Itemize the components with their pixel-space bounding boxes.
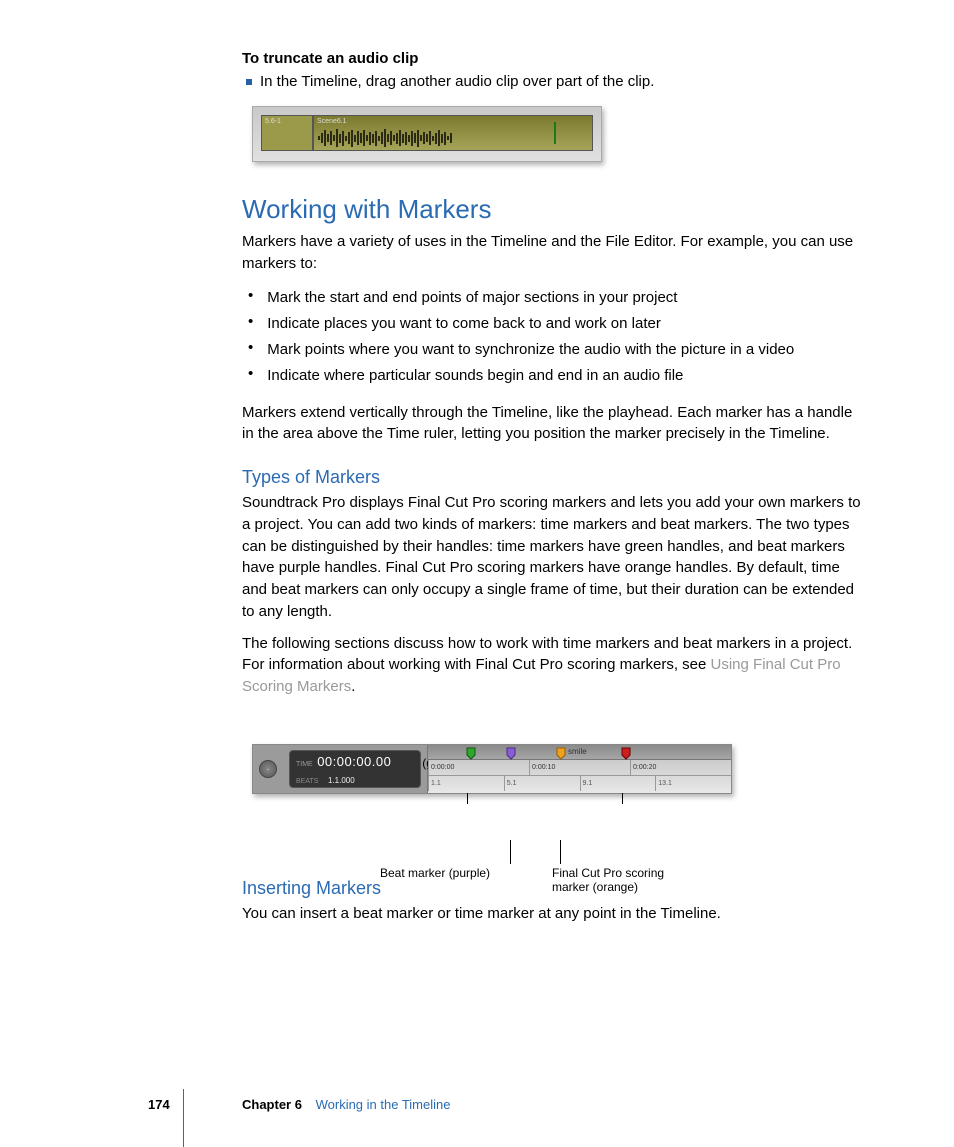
markers-para2: Markers extend vertically through the Ti…	[242, 402, 864, 446]
callout-fcp-l2: marker (orange)	[552, 880, 638, 894]
clip-right-label: Scene6.1	[317, 118, 347, 125]
clip-left: 5.6-1	[261, 115, 313, 151]
beat-marker-icon	[506, 747, 516, 760]
clip-right: Scene6.1	[313, 115, 593, 151]
markers-use-1: Indicate places you want to come back to…	[267, 311, 661, 337]
time-display: TIME 00:00:00.00 BEATS 1.1.000	[289, 750, 421, 788]
tick-row-time: 0:00:00 0:00:10 0:00:20	[428, 760, 731, 776]
tick-beat-1: 5.1	[504, 776, 580, 791]
time-value: 00:00:00.00	[317, 754, 391, 769]
chapter-title: Working in the Timeline	[316, 1097, 451, 1112]
beats-value: 1.1.000	[328, 776, 355, 785]
zoom-circle-icon: ·	[259, 760, 277, 778]
tick-beat-0: 1.1	[428, 776, 504, 791]
callout-line	[510, 840, 511, 864]
bullet-square-icon	[246, 79, 252, 85]
marker-bar: smile	[428, 745, 731, 760]
bullet-dot-icon: •	[248, 311, 253, 337]
beats-label: BEATS	[296, 778, 318, 785]
tick-row-beats: 1.1 5.1 9.1 13.1	[428, 776, 731, 791]
tick-time-0: 0:00:00	[428, 760, 529, 775]
markers-use-3: Indicate where particular sounds begin a…	[267, 363, 683, 389]
truncate-bullet: In the Timeline, drag another audio clip…	[246, 71, 864, 92]
inserting-para: You can insert a beat marker or time mar…	[242, 903, 864, 925]
truncate-heading: To truncate an audio clip	[242, 50, 864, 67]
scoring-marker-label: smile	[568, 747, 587, 756]
page-number: 174	[148, 1097, 170, 1112]
chapter-label: Chapter 6	[242, 1097, 302, 1112]
markers-use-2: Mark points where you want to synchroniz…	[267, 337, 794, 363]
zoom-control: ·	[253, 745, 283, 793]
timeline-ruler-illustration: Time marker (green) End-of-project marke…	[252, 744, 732, 794]
ruler-timeline: smile 0:00:00 0:00:10 0:00:20 1.1 5.1 9.…	[428, 745, 731, 793]
callout-fcp-l1: Final Cut Pro scoring	[552, 866, 664, 880]
bullet-dot-icon: •	[248, 363, 253, 389]
end-marker-icon	[621, 747, 631, 760]
ruler-left-panel: · TIME 00:00:00.00 BEATS 1.1.000	[253, 745, 428, 793]
types-para1: Soundtrack Pro displays Final Cut Pro sc…	[242, 492, 864, 623]
scoring-marker-icon	[556, 747, 566, 760]
tick-beat-3: 13.1	[655, 776, 731, 791]
tick-time-2: 0:00:20	[630, 760, 731, 775]
time-label: TIME	[296, 761, 313, 768]
tick-beat-2: 9.1	[580, 776, 656, 791]
types-para2: The following sections discuss how to wo…	[242, 633, 864, 698]
markers-use-0: Mark the start and end points of major s…	[267, 285, 677, 311]
types-para2b: .	[351, 678, 355, 695]
callout-fcp-marker: Final Cut Pro scoring marker (orange)	[552, 866, 664, 895]
ruler-panel: · TIME 00:00:00.00 BEATS 1.1.000	[252, 744, 732, 794]
markers-intro: Markers have a variety of uses in the Ti…	[242, 231, 864, 275]
waveform-icon	[314, 130, 592, 146]
chapter-info: Chapter 6 Working in the Timeline	[242, 1097, 450, 1112]
working-with-markers-heading: Working with Markers	[242, 194, 864, 225]
types-of-markers-heading: Types of Markers	[242, 467, 864, 488]
tick-time-1: 0:00:10	[529, 760, 630, 775]
bullet-dot-icon: •	[248, 337, 253, 363]
markers-uses-list: • Mark the start and end points of major …	[248, 285, 864, 390]
callout-beat-marker: Beat marker (purple)	[380, 866, 490, 880]
bullet-dot-icon: •	[248, 285, 253, 311]
audio-clip-illustration: 5.6-1 Scene6.1	[252, 106, 602, 162]
playhead-line-icon	[554, 122, 556, 144]
truncate-bullet-text: In the Timeline, drag another audio clip…	[260, 71, 654, 92]
callout-line	[560, 840, 561, 864]
footer-divider	[183, 1089, 184, 1147]
time-marker-icon	[466, 747, 476, 760]
